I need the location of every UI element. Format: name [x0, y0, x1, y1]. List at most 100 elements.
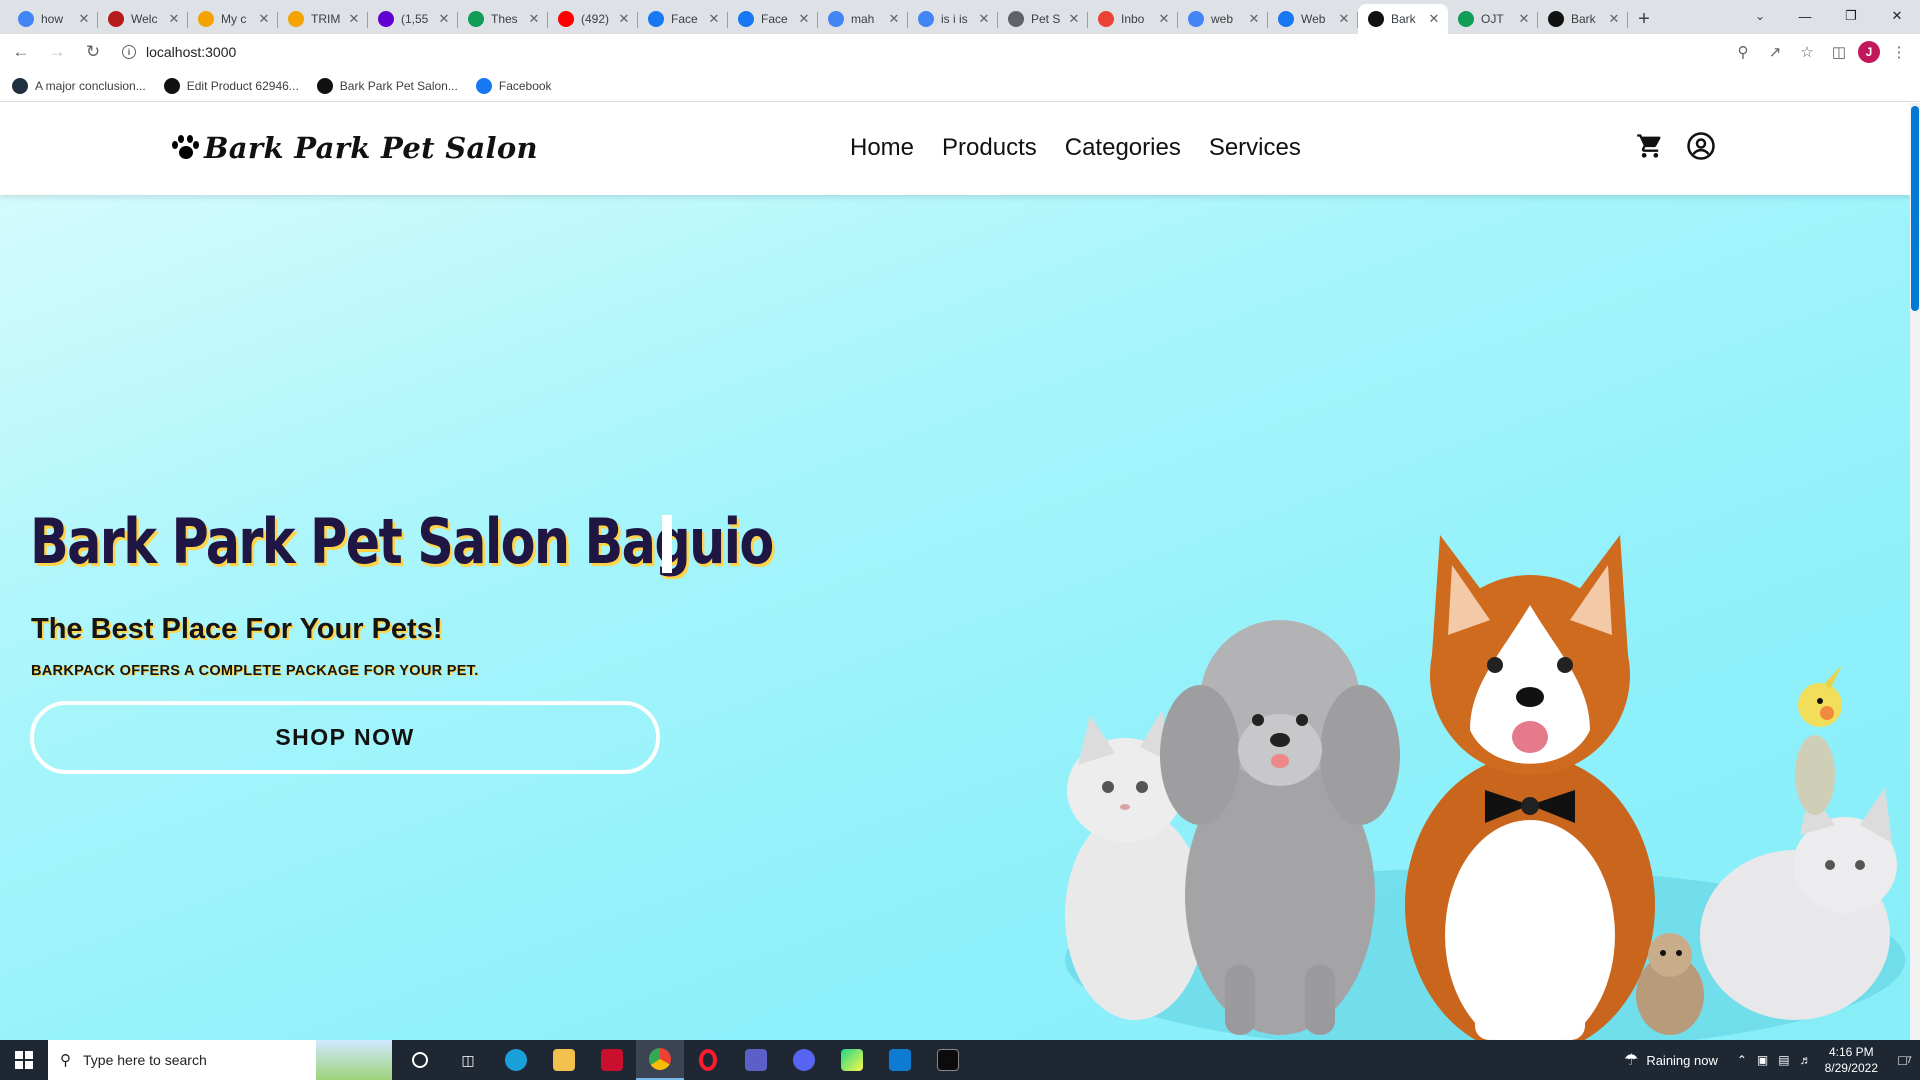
close-tab-icon[interactable]: ✕ [1336, 11, 1352, 27]
teams-icon[interactable] [732, 1040, 780, 1080]
cortana-icon[interactable] [396, 1040, 444, 1080]
nav-services[interactable]: Services [1209, 134, 1301, 162]
menu-kebab-icon[interactable]: ⋮ [1886, 37, 1912, 67]
close-tab-icon[interactable]: ✕ [256, 11, 272, 27]
pycharm-icon[interactable] [828, 1040, 876, 1080]
site-info-icon[interactable]: i [122, 45, 136, 59]
weather-text: Raining now [1646, 1052, 1718, 1068]
reload-button[interactable]: ↻ [78, 37, 108, 67]
task-view-icon[interactable]: ◫ [444, 1040, 492, 1080]
restore-button[interactable]: ❐ [1828, 0, 1874, 32]
pets-hero-image [1065, 535, 1905, 1040]
browser-tab[interactable]: Welc ✕ [98, 4, 188, 34]
meet-now-icon[interactable]: ▣ [1757, 1053, 1768, 1067]
close-tab-icon[interactable]: ✕ [346, 11, 362, 27]
chrome-icon[interactable] [636, 1040, 684, 1080]
close-tab-icon[interactable]: ✕ [1246, 11, 1262, 27]
profile-avatar[interactable]: J [1858, 41, 1880, 63]
close-tab-icon[interactable]: ✕ [166, 11, 182, 27]
hero-description: BARKPACK OFFERS A COMPLETE PACKAGE FOR Y… [31, 663, 479, 679]
close-tab-icon[interactable]: ✕ [976, 11, 992, 27]
edge-icon[interactable] [492, 1040, 540, 1080]
browser-tab[interactable]: Face ✕ [638, 4, 728, 34]
browser-tab[interactable]: Thes ✕ [458, 4, 548, 34]
browser-tab[interactable]: OJT ✕ [1448, 4, 1538, 34]
close-tab-icon[interactable]: ✕ [1516, 11, 1532, 27]
browser-tab[interactable]: Bark ✕ [1538, 4, 1628, 34]
tab-title: Inbo [1121, 12, 1145, 26]
volume-icon[interactable]: ♬ [1800, 1053, 1812, 1067]
zoom-icon[interactable]: ⚲ [1730, 37, 1756, 67]
bookmark-label: Bark Park Pet Salon... [339, 78, 458, 93]
browser-tab[interactable]: web ✕ [1178, 4, 1268, 34]
browser-tab[interactable]: how ✕ [8, 4, 98, 34]
bookmark-item[interactable]: Edit Product 62946... [163, 77, 299, 94]
page-scrollbar[interactable] [1910, 103, 1920, 1040]
browser-tab[interactable]: (492) ✕ [548, 4, 638, 34]
tab-title: Bark [1571, 12, 1596, 26]
shop-now-button[interactable]: SHOP NOW [30, 701, 660, 774]
browser-tab[interactable]: is i is ✕ [908, 4, 998, 34]
tab-search-icon[interactable]: ⌄ [1748, 4, 1772, 28]
close-tab-icon[interactable]: ✕ [1426, 11, 1442, 27]
discord-icon[interactable] [780, 1040, 828, 1080]
close-tab-icon[interactable]: ✕ [436, 11, 452, 27]
bookmark-item[interactable]: A major conclusion... [12, 77, 146, 94]
browser-tab[interactable]: Face ✕ [728, 4, 818, 34]
taskbar-search-box[interactable]: ⚲ Type here to search [48, 1040, 392, 1080]
vscode-icon[interactable] [876, 1040, 924, 1080]
bookmark-star-icon[interactable]: ☆ [1794, 37, 1820, 67]
network-icon[interactable]: ▤ [1778, 1053, 1789, 1067]
site-logo[interactable]: Bark Park Pet Salon [170, 131, 538, 165]
browser-tab[interactable]: mah ✕ [818, 4, 908, 34]
close-window-button[interactable]: ✕ [1874, 0, 1920, 32]
tab-title: My c [221, 12, 247, 26]
tab-title: (492) [581, 12, 610, 26]
windows-start-icon[interactable] [0, 1040, 48, 1080]
vivaldi-icon[interactable] [588, 1040, 636, 1080]
browser-tab[interactable]: (1,55 ✕ [368, 4, 458, 34]
terminal-icon[interactable] [924, 1040, 972, 1080]
site-header: Bark Park Pet Salon Home Products Catego… [0, 103, 1910, 195]
nav-home[interactable]: Home [850, 134, 914, 162]
close-tab-icon[interactable]: ✕ [616, 11, 632, 27]
close-tab-icon[interactable]: ✕ [1066, 11, 1082, 27]
cart-icon[interactable] [1636, 132, 1664, 165]
bookmark-item[interactable]: Facebook [475, 77, 552, 94]
minimize-button[interactable]: — [1782, 0, 1828, 32]
browser-tab[interactable]: Inbo ✕ [1088, 4, 1178, 34]
browser-tab[interactable]: Pet S ✕ [998, 4, 1088, 34]
close-tab-icon[interactable]: ✕ [886, 11, 902, 27]
main-nav: Home Products Categories Services [850, 134, 1301, 162]
close-tab-icon[interactable]: ✕ [526, 11, 542, 27]
page-viewport: Bark Park Pet Salon Home Products Catego… [0, 103, 1910, 1040]
side-panel-icon[interactable]: ◫ [1826, 37, 1852, 67]
close-tab-icon[interactable]: ✕ [76, 11, 92, 27]
forward-button[interactable]: → [42, 37, 72, 67]
bookmark-item[interactable]: Bark Park Pet Salon... [316, 77, 458, 94]
system-clock[interactable]: 4:16 PM 8/29/2022 [1825, 1044, 1878, 1076]
browser-tab[interactable]: My c ✕ [188, 4, 278, 34]
browser-tab[interactable]: Bark ✕ [1358, 4, 1448, 34]
close-tab-icon[interactable]: ✕ [1606, 11, 1622, 27]
nav-categories[interactable]: Categories [1065, 134, 1181, 162]
share-icon[interactable]: ↗ [1762, 37, 1788, 67]
close-tab-icon[interactable]: ✕ [796, 11, 812, 27]
opera-icon[interactable] [684, 1040, 732, 1080]
browser-tab[interactable]: Web ✕ [1268, 4, 1358, 34]
nav-products[interactable]: Products [942, 134, 1037, 162]
notification-center-icon[interactable]: □ 7 [1890, 1040, 1920, 1080]
umbrella-icon: ☂ [1623, 1052, 1639, 1069]
address-bar[interactable]: i localhost:3000 [112, 37, 1772, 67]
file-explorer-icon[interactable] [540, 1040, 588, 1080]
weather-widget[interactable]: ☂ Raining now [1624, 1050, 1718, 1070]
chevron-up-icon[interactable]: ⌃ [1737, 1053, 1747, 1067]
back-button[interactable]: ← [6, 37, 36, 67]
close-tab-icon[interactable]: ✕ [706, 11, 722, 27]
account-icon[interactable] [1686, 131, 1716, 166]
browser-tab[interactable]: TRIM ✕ [278, 4, 368, 34]
scrollbar-thumb[interactable] [1911, 106, 1919, 311]
close-tab-icon[interactable]: ✕ [1156, 11, 1172, 27]
new-tab-button[interactable]: + [1628, 4, 1660, 34]
google-icon [828, 11, 844, 27]
